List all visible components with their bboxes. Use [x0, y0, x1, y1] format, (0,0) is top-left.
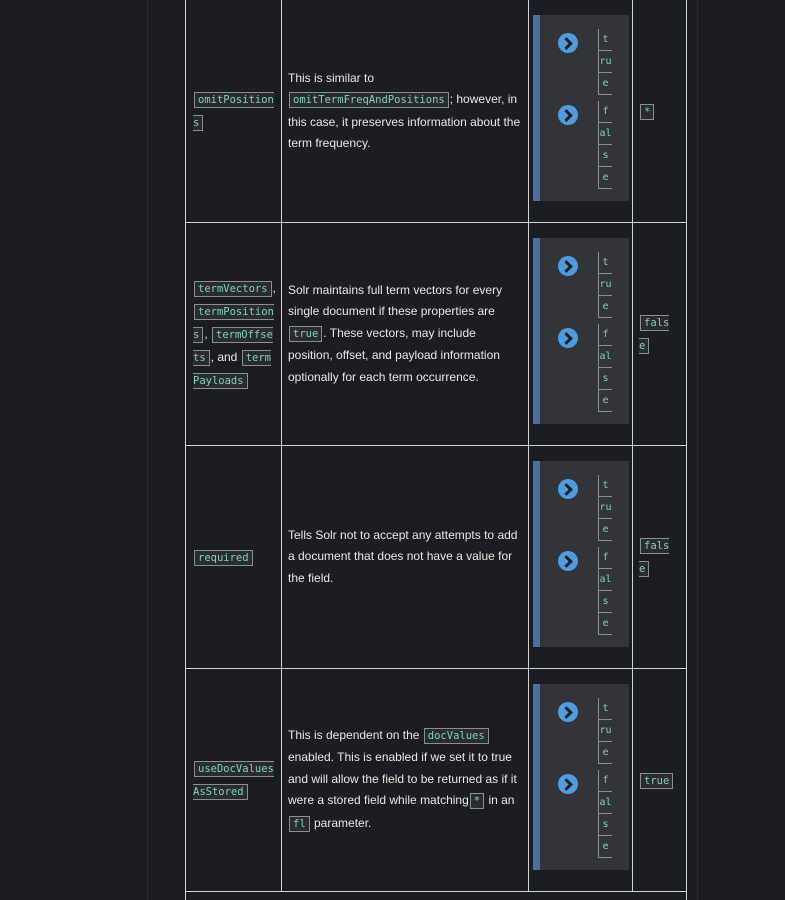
description-cell: Tells Solr not to accept any attempts to… [282, 446, 529, 668]
default-cell: false [633, 446, 686, 668]
values-cell: truetrue falsefalse [529, 446, 633, 668]
property-name-cell: omitPositions [186, 0, 282, 222]
default-cell: false [633, 223, 686, 445]
value-true: truetrue [598, 475, 612, 541]
default-value: * [640, 103, 655, 120]
next-table-row [186, 893, 686, 900]
property-name-cell: termVectors, termPositions, termOffsets,… [186, 223, 282, 445]
description-cell: This is similar to omitTermFreqAndPositi… [282, 0, 529, 222]
field-properties-table: omitPositions This is similar to omitTer… [185, 0, 687, 900]
value-true: truetrue [598, 29, 612, 95]
chevron-right-icon [558, 774, 578, 794]
table-row: omitPositions This is similar to omitTer… [186, 0, 686, 223]
values-cell: truetrue falsefalse [529, 223, 633, 445]
values-panel: truetrue falsefalse [533, 238, 629, 424]
value-true: truetrue [598, 698, 612, 764]
default-value: false [639, 315, 670, 354]
table-row: termVectors, termPositions, termOffsets,… [186, 223, 686, 446]
table-row: required Tells Solr not to accept any at… [186, 446, 686, 669]
property-name-cell: required [186, 446, 282, 668]
property-name: omitPositions [193, 92, 274, 131]
value-false: falsefalse [598, 770, 612, 858]
chevron-right-icon [558, 551, 578, 571]
values-panel: truetrue falsefalse [533, 684, 629, 870]
chevron-right-icon [558, 105, 578, 125]
description-cell: This is dependent on the docValues enabl… [282, 669, 529, 891]
property-name: useDocValuesAsStored [193, 761, 274, 800]
value-false: falsefalse [598, 547, 612, 635]
default-value: false [639, 538, 670, 577]
property-name: termVectors [194, 280, 272, 297]
values-cell: truetrue falsefalse [529, 0, 633, 222]
default-value: true [640, 772, 674, 789]
chevron-right-icon [558, 33, 578, 53]
property-name-cell: useDocValuesAsStored [186, 669, 282, 891]
default-cell: true [633, 669, 686, 891]
values-panel: truetrue falsefalse [533, 461, 629, 647]
value-true: truetrue [598, 252, 612, 318]
property-name: required [194, 549, 253, 566]
description-cell: Solr maintains full term vectors for eve… [282, 223, 529, 445]
left-gutter [0, 0, 147, 900]
sidebar-divider [147, 0, 148, 900]
value-false: falsefalse [598, 101, 612, 189]
values-cell: truetrue falsefalse [529, 669, 633, 891]
chevron-right-icon [558, 328, 578, 348]
right-gutter-divider [697, 0, 698, 900]
table-row: useDocValuesAsStored This is dependent o… [186, 669, 686, 892]
values-panel: truetrue falsefalse [533, 15, 629, 201]
value-false: falsefalse [598, 324, 612, 412]
chevron-right-icon [558, 702, 578, 722]
chevron-right-icon [558, 479, 578, 499]
default-cell: * [633, 0, 686, 222]
chevron-right-icon [558, 256, 578, 276]
